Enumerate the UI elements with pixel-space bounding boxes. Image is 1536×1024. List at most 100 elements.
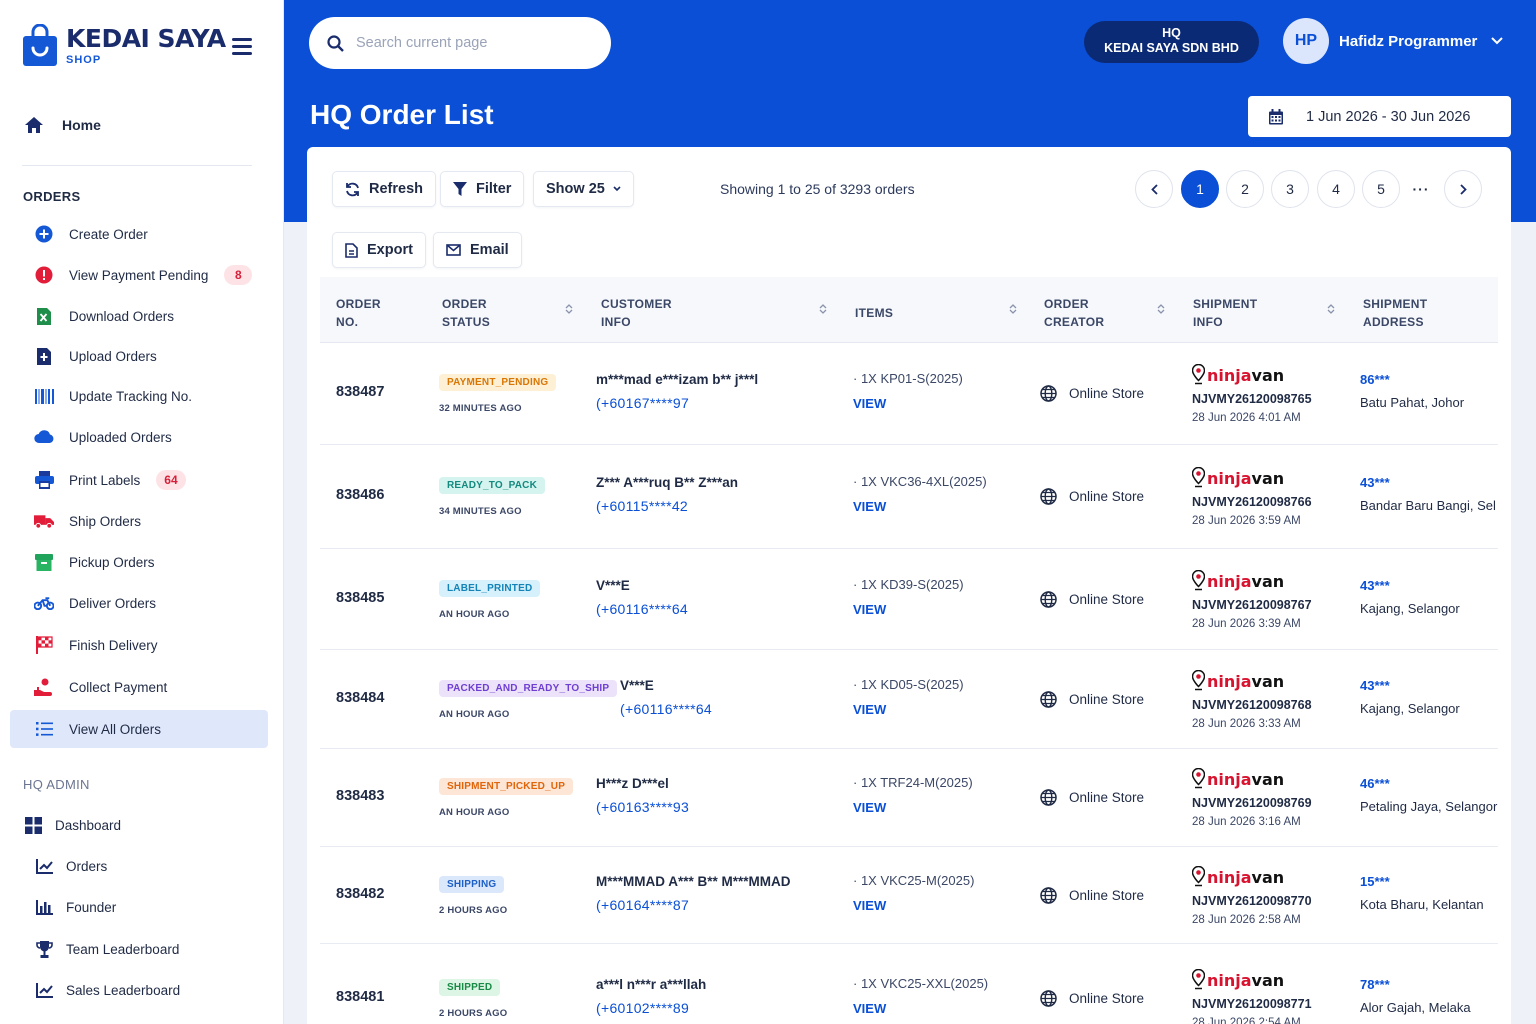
date-range-picker[interactable]: 1 Jun 2026 - 30 Jun 2026 bbox=[1248, 96, 1511, 137]
item-line: · 1X KP01-S(2025) bbox=[853, 371, 963, 386]
pagination-page-3[interactable]: 3 bbox=[1271, 170, 1309, 208]
sidebar-item-label: Sales Leaderboard bbox=[66, 982, 181, 998]
view-items-link[interactable]: VIEW bbox=[853, 702, 964, 717]
view-items-link[interactable]: VIEW bbox=[853, 499, 987, 514]
pagination-next-button[interactable] bbox=[1444, 170, 1482, 208]
pagination-page-1[interactable]: 1 bbox=[1181, 170, 1219, 208]
sidebar-item-hq-orders[interactable]: Orders bbox=[10, 847, 268, 885]
customer-phone-link[interactable]: (+60163****93 bbox=[596, 799, 689, 815]
view-items-link[interactable]: VIEW bbox=[853, 602, 964, 617]
tracking-number[interactable]: NJVMY26120098769 bbox=[1192, 796, 1312, 810]
customer-phone-link[interactable]: (+60116****64 bbox=[596, 601, 688, 617]
sidebar-item-print-labels[interactable]: Print Labels 64 bbox=[10, 461, 268, 499]
sort-icon[interactable] bbox=[1157, 303, 1165, 315]
user-menu[interactable]: HP Hafidz Programmer bbox=[1283, 18, 1504, 64]
sidebar-item-update-tracking[interactable]: Update Tracking No. bbox=[10, 377, 268, 415]
customer-phone-link[interactable]: (+60115****42 bbox=[596, 498, 738, 514]
customer-phone-link[interactable]: (+60116****64 bbox=[620, 701, 712, 717]
table-row[interactable]: 838483 SHIPMENT_PICKED_UP AN HOUR AGO H*… bbox=[320, 749, 1498, 847]
organization-switcher[interactable]: HQ KEDAI SAYA SDN BHD bbox=[1084, 21, 1259, 63]
view-items-link[interactable]: VIEW bbox=[853, 396, 963, 411]
order-number[interactable]: 838483 bbox=[336, 788, 384, 804]
email-button[interactable]: Email bbox=[433, 232, 522, 268]
filter-button[interactable]: Filter bbox=[440, 171, 525, 207]
customer-phone-link[interactable]: (+60164****87 bbox=[596, 897, 791, 913]
envelope-icon bbox=[446, 244, 461, 256]
tracking-number[interactable]: NJVMY26120098770 bbox=[1192, 894, 1312, 908]
menu-toggle-icon[interactable] bbox=[232, 38, 252, 55]
pagination-page-4[interactable]: 4 bbox=[1317, 170, 1355, 208]
sidebar-item-pickup-orders[interactable]: Pickup Orders bbox=[10, 543, 268, 581]
search-input[interactable] bbox=[356, 35, 596, 51]
order-status-cell: SHIPPED 2 HOURS AGO bbox=[439, 977, 507, 1019]
count-badge: 8 bbox=[224, 265, 253, 285]
sidebar-item-download-orders[interactable]: Download Orders bbox=[10, 297, 268, 335]
pagination-page-5[interactable]: 5 bbox=[1362, 170, 1400, 208]
order-creator-cell: Online Store bbox=[1040, 990, 1144, 1007]
hand-coin-icon bbox=[34, 677, 54, 697]
table-row[interactable]: 838487 PAYMENT_PENDING 32 MINUTES AGO m*… bbox=[320, 343, 1498, 445]
list-icon bbox=[34, 719, 54, 739]
courier-logo: ninjavan bbox=[1192, 969, 1312, 991]
sidebar-item-collect-payment[interactable]: Collect Payment bbox=[10, 668, 268, 706]
pagination-prev-button[interactable] bbox=[1135, 170, 1173, 208]
sidebar-item-team-leaderboard[interactable]: Team Leaderboard bbox=[10, 930, 268, 968]
courier-name-part-2: van bbox=[1251, 970, 1285, 990]
order-number[interactable]: 838485 bbox=[336, 590, 384, 606]
sidebar-item-label: Founder bbox=[66, 899, 117, 915]
customer-info-cell: M***MMAD A*** B** M***MMAD (+60164****87 bbox=[596, 874, 791, 913]
sort-icon[interactable] bbox=[565, 303, 573, 315]
sort-icon[interactable] bbox=[1327, 303, 1335, 315]
sidebar-item-home[interactable]: Home bbox=[24, 116, 101, 134]
tracking-number[interactable]: NJVMY26120098766 bbox=[1192, 495, 1312, 509]
sidebar-item-create-order[interactable]: Create Order bbox=[10, 215, 268, 253]
order-number[interactable]: 838481 bbox=[336, 989, 384, 1005]
creator-label: Online Store bbox=[1069, 489, 1145, 504]
customer-phone-link[interactable]: (+60167****97 bbox=[596, 395, 758, 411]
postcode: 86*** bbox=[1360, 372, 1390, 387]
sidebar-item-uploaded-orders[interactable]: Uploaded Orders bbox=[10, 418, 268, 456]
globe-icon bbox=[1040, 990, 1057, 1007]
order-number[interactable]: 838486 bbox=[336, 487, 384, 503]
view-items-link[interactable]: VIEW bbox=[853, 800, 973, 815]
table-row[interactable]: 838481 SHIPPED 2 HOURS AGO a***l n***r a… bbox=[320, 944, 1498, 1024]
tracking-number[interactable]: NJVMY26120098765 bbox=[1192, 392, 1312, 406]
order-number[interactable]: 838487 bbox=[336, 384, 384, 400]
tracking-number[interactable]: NJVMY26120098767 bbox=[1192, 598, 1312, 612]
sidebar-item-deliver-orders[interactable]: Deliver Orders bbox=[10, 584, 268, 622]
refresh-button[interactable]: Refresh bbox=[332, 171, 436, 207]
orders-card: Refresh Filter Show 25 Showing 1 to 25 o… bbox=[307, 147, 1511, 1024]
org-name: KEDAI SAYA SDN BHD bbox=[1104, 41, 1239, 55]
sidebar-item-label: Finish Delivery bbox=[69, 637, 158, 653]
items-cell: · 1X KP01-S(2025) VIEW bbox=[853, 371, 963, 411]
tracking-number[interactable]: NJVMY26120098771 bbox=[1192, 997, 1312, 1011]
table-row[interactable]: 838485 LABEL_PRINTED AN HOUR AGO V***E (… bbox=[320, 549, 1498, 650]
sidebar-item-dashboard[interactable]: Dashboard bbox=[10, 806, 268, 844]
sidebar-item-sales-leaderboard[interactable]: Sales Leaderboard bbox=[10, 971, 268, 1009]
table-row[interactable]: 838486 READY_TO_PACK 34 MINUTES AGO Z***… bbox=[320, 445, 1498, 549]
order-number[interactable]: 838482 bbox=[336, 886, 384, 902]
pagination-page-2[interactable]: 2 bbox=[1226, 170, 1264, 208]
sidebar-item-view-payment-pending[interactable]: View Payment Pending 8 bbox=[10, 256, 268, 294]
table-row[interactable]: 838484 PACKED_AND_READY_TO_SHIP AN HOUR … bbox=[320, 650, 1498, 749]
tracking-number[interactable]: NJVMY26120098768 bbox=[1192, 698, 1312, 712]
brand-name: KEDAI SAYA bbox=[66, 24, 226, 53]
page-size-dropdown[interactable]: Show 25 bbox=[533, 171, 634, 207]
sidebar-item-founder[interactable]: Founder bbox=[10, 888, 268, 926]
brand-logo[interactable]: KEDAI SAYA SHOP bbox=[22, 23, 226, 68]
sort-icon[interactable] bbox=[1009, 303, 1017, 315]
courier-name-part-1: ninja bbox=[1207, 769, 1252, 789]
sidebar-item-view-all-orders[interactable]: View All Orders bbox=[10, 710, 268, 748]
sidebar-item-finish-delivery[interactable]: Finish Delivery bbox=[10, 626, 268, 664]
export-button[interactable]: Export bbox=[332, 232, 426, 268]
sidebar-item-upload-orders[interactable]: Upload Orders bbox=[10, 337, 268, 375]
customer-phone-link[interactable]: (+60102****89 bbox=[596, 1000, 706, 1016]
sort-icon[interactable] bbox=[819, 303, 827, 315]
table-row[interactable]: 838482 SHIPPING 2 HOURS AGO M***MMAD A**… bbox=[320, 847, 1498, 944]
search-box[interactable] bbox=[309, 17, 611, 69]
order-number[interactable]: 838484 bbox=[336, 690, 384, 706]
view-items-link[interactable]: VIEW bbox=[853, 1001, 988, 1016]
status-time: 32 MINUTES AGO bbox=[439, 403, 522, 414]
view-items-link[interactable]: VIEW bbox=[853, 898, 974, 913]
sidebar-item-ship-orders[interactable]: Ship Orders bbox=[10, 502, 268, 540]
